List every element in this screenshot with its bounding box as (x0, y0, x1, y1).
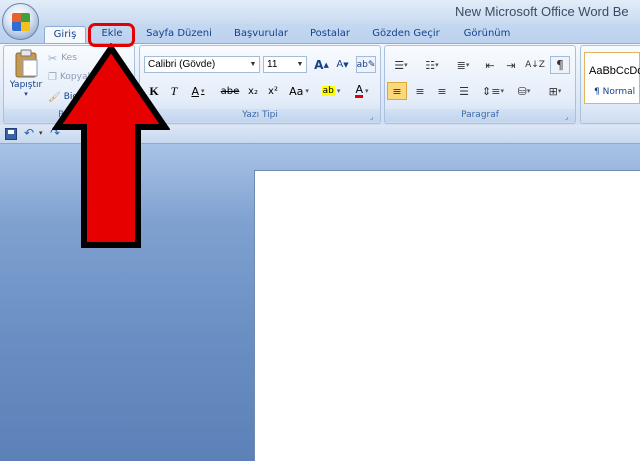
increase-indent-button[interactable]: ⇥ (502, 56, 520, 74)
underline-button[interactable]: A ▾ (186, 82, 210, 100)
office-button[interactable] (2, 3, 39, 40)
tab-view[interactable]: Görünüm (458, 26, 516, 43)
style-preview-text: AaBbCcDd (589, 65, 640, 77)
font-dialog-launcher-icon[interactable]: ⌟ (370, 113, 378, 121)
numbering-icon: ☷ (425, 58, 436, 72)
paragraph-dialog-launcher-icon[interactable]: ⌟ (565, 113, 573, 121)
grow-font-icon: A (314, 57, 324, 72)
change-case-button[interactable]: Aa ▾ (286, 82, 312, 100)
align-center-button[interactable]: ≡ (410, 82, 430, 100)
font-color-button[interactable]: A ▾ (348, 82, 376, 100)
undo-icon[interactable]: ↶ (24, 126, 34, 140)
paste-icon (15, 49, 38, 78)
align-right-icon: ≡ (437, 84, 447, 98)
font-size-dropdown-icon[interactable]: ▼ (294, 57, 306, 72)
window-title: New Microsoft Office Word Be (455, 4, 629, 19)
align-right-button[interactable]: ≡ (432, 82, 452, 100)
font-color-icon: A (355, 83, 363, 98)
line-spacing-icon: ⇕≡ (482, 84, 501, 98)
borders-button[interactable]: ⊞ ▾ (541, 82, 569, 100)
tab-page-layout[interactable]: Sayfa Düzeni (143, 26, 215, 43)
paste-label: Yapıştır (9, 80, 43, 90)
increase-indent-icon: ⇥ (506, 58, 516, 72)
tab-home[interactable]: Giriş (44, 26, 86, 43)
shading-button[interactable]: ⛁ ▾ (510, 82, 538, 100)
font-group-label: Yazı Tipi (140, 109, 380, 122)
tab-review[interactable]: Gözden Geçir (370, 26, 442, 43)
subscript-button[interactable]: x₂ (244, 82, 262, 100)
style-normal-label: ¶ Normal (594, 87, 636, 97)
document-page[interactable] (254, 170, 640, 461)
clear-formatting-button[interactable]: ab✎ (356, 56, 376, 73)
office-logo-icon (12, 13, 30, 31)
borders-icon: ⊞ (548, 84, 558, 98)
highlight-color-button[interactable]: ab ▾ (316, 82, 346, 100)
decrease-indent-icon: ⇤ (485, 58, 495, 72)
save-icon[interactable] (5, 128, 17, 140)
change-case-icon: Aa (289, 84, 304, 98)
strikethrough-button[interactable]: abe (218, 82, 242, 100)
title-bar: New Microsoft Office Word Be (0, 0, 640, 24)
underline-icon: A (191, 84, 199, 98)
bullets-button[interactable]: ☰ ▾ (387, 56, 415, 74)
highlight-pen-icon: ab (321, 86, 335, 96)
font-size-combo[interactable]: 11 ▼ (263, 56, 307, 73)
tab-references[interactable]: Başvurular (228, 26, 294, 43)
bullets-icon: ☰ (394, 58, 405, 72)
paste-dropdown-icon[interactable]: ▾ (24, 90, 28, 98)
tab-mailings[interactable]: Postalar (305, 26, 355, 43)
multilevel-list-button[interactable]: ≣ ▾ (449, 56, 477, 74)
sort-button[interactable]: A↓Z (525, 56, 545, 74)
justify-button[interactable]: ☰ (454, 82, 474, 100)
decrease-indent-button[interactable]: ⇤ (481, 56, 499, 74)
multilevel-list-icon: ≣ (456, 58, 466, 72)
font-size-value: 11 (267, 59, 278, 70)
align-center-icon: ≡ (415, 84, 425, 98)
insert-tab-highlight (88, 23, 135, 47)
align-left-button[interactable]: ≡ (387, 82, 407, 100)
paragraph-group-label: Paragraf (385, 109, 575, 122)
grow-font-button[interactable]: A ▲ (312, 56, 331, 73)
show-formatting-button[interactable]: ¶ (550, 56, 570, 74)
align-left-icon: ≡ (392, 84, 402, 98)
paint-bucket-icon: ⛁ (517, 84, 527, 98)
justify-icon: ☰ (459, 84, 469, 98)
red-arrow-icon (52, 43, 170, 248)
superscript-button[interactable]: x² (264, 82, 282, 100)
paste-button[interactable]: Yapıştır ▾ (6, 48, 46, 108)
clear-formatting-icon: ab✎ (356, 59, 376, 70)
sort-icon: A↓Z (525, 60, 545, 70)
undo-dropdown-icon[interactable]: ▾ (39, 129, 43, 137)
font-name-dropdown-icon[interactable]: ▼ (247, 57, 259, 72)
shrink-font-button[interactable]: A ▼ (333, 56, 352, 73)
shrink-font-icon: A (336, 59, 344, 70)
pilcrow-icon: ¶ (556, 58, 564, 72)
line-spacing-button[interactable]: ⇕≡ ▾ (479, 82, 507, 100)
numbering-button[interactable]: ☷ ▾ (418, 56, 446, 74)
style-normal-preview[interactable]: AaBbCcDd ¶ Normal (584, 52, 640, 104)
